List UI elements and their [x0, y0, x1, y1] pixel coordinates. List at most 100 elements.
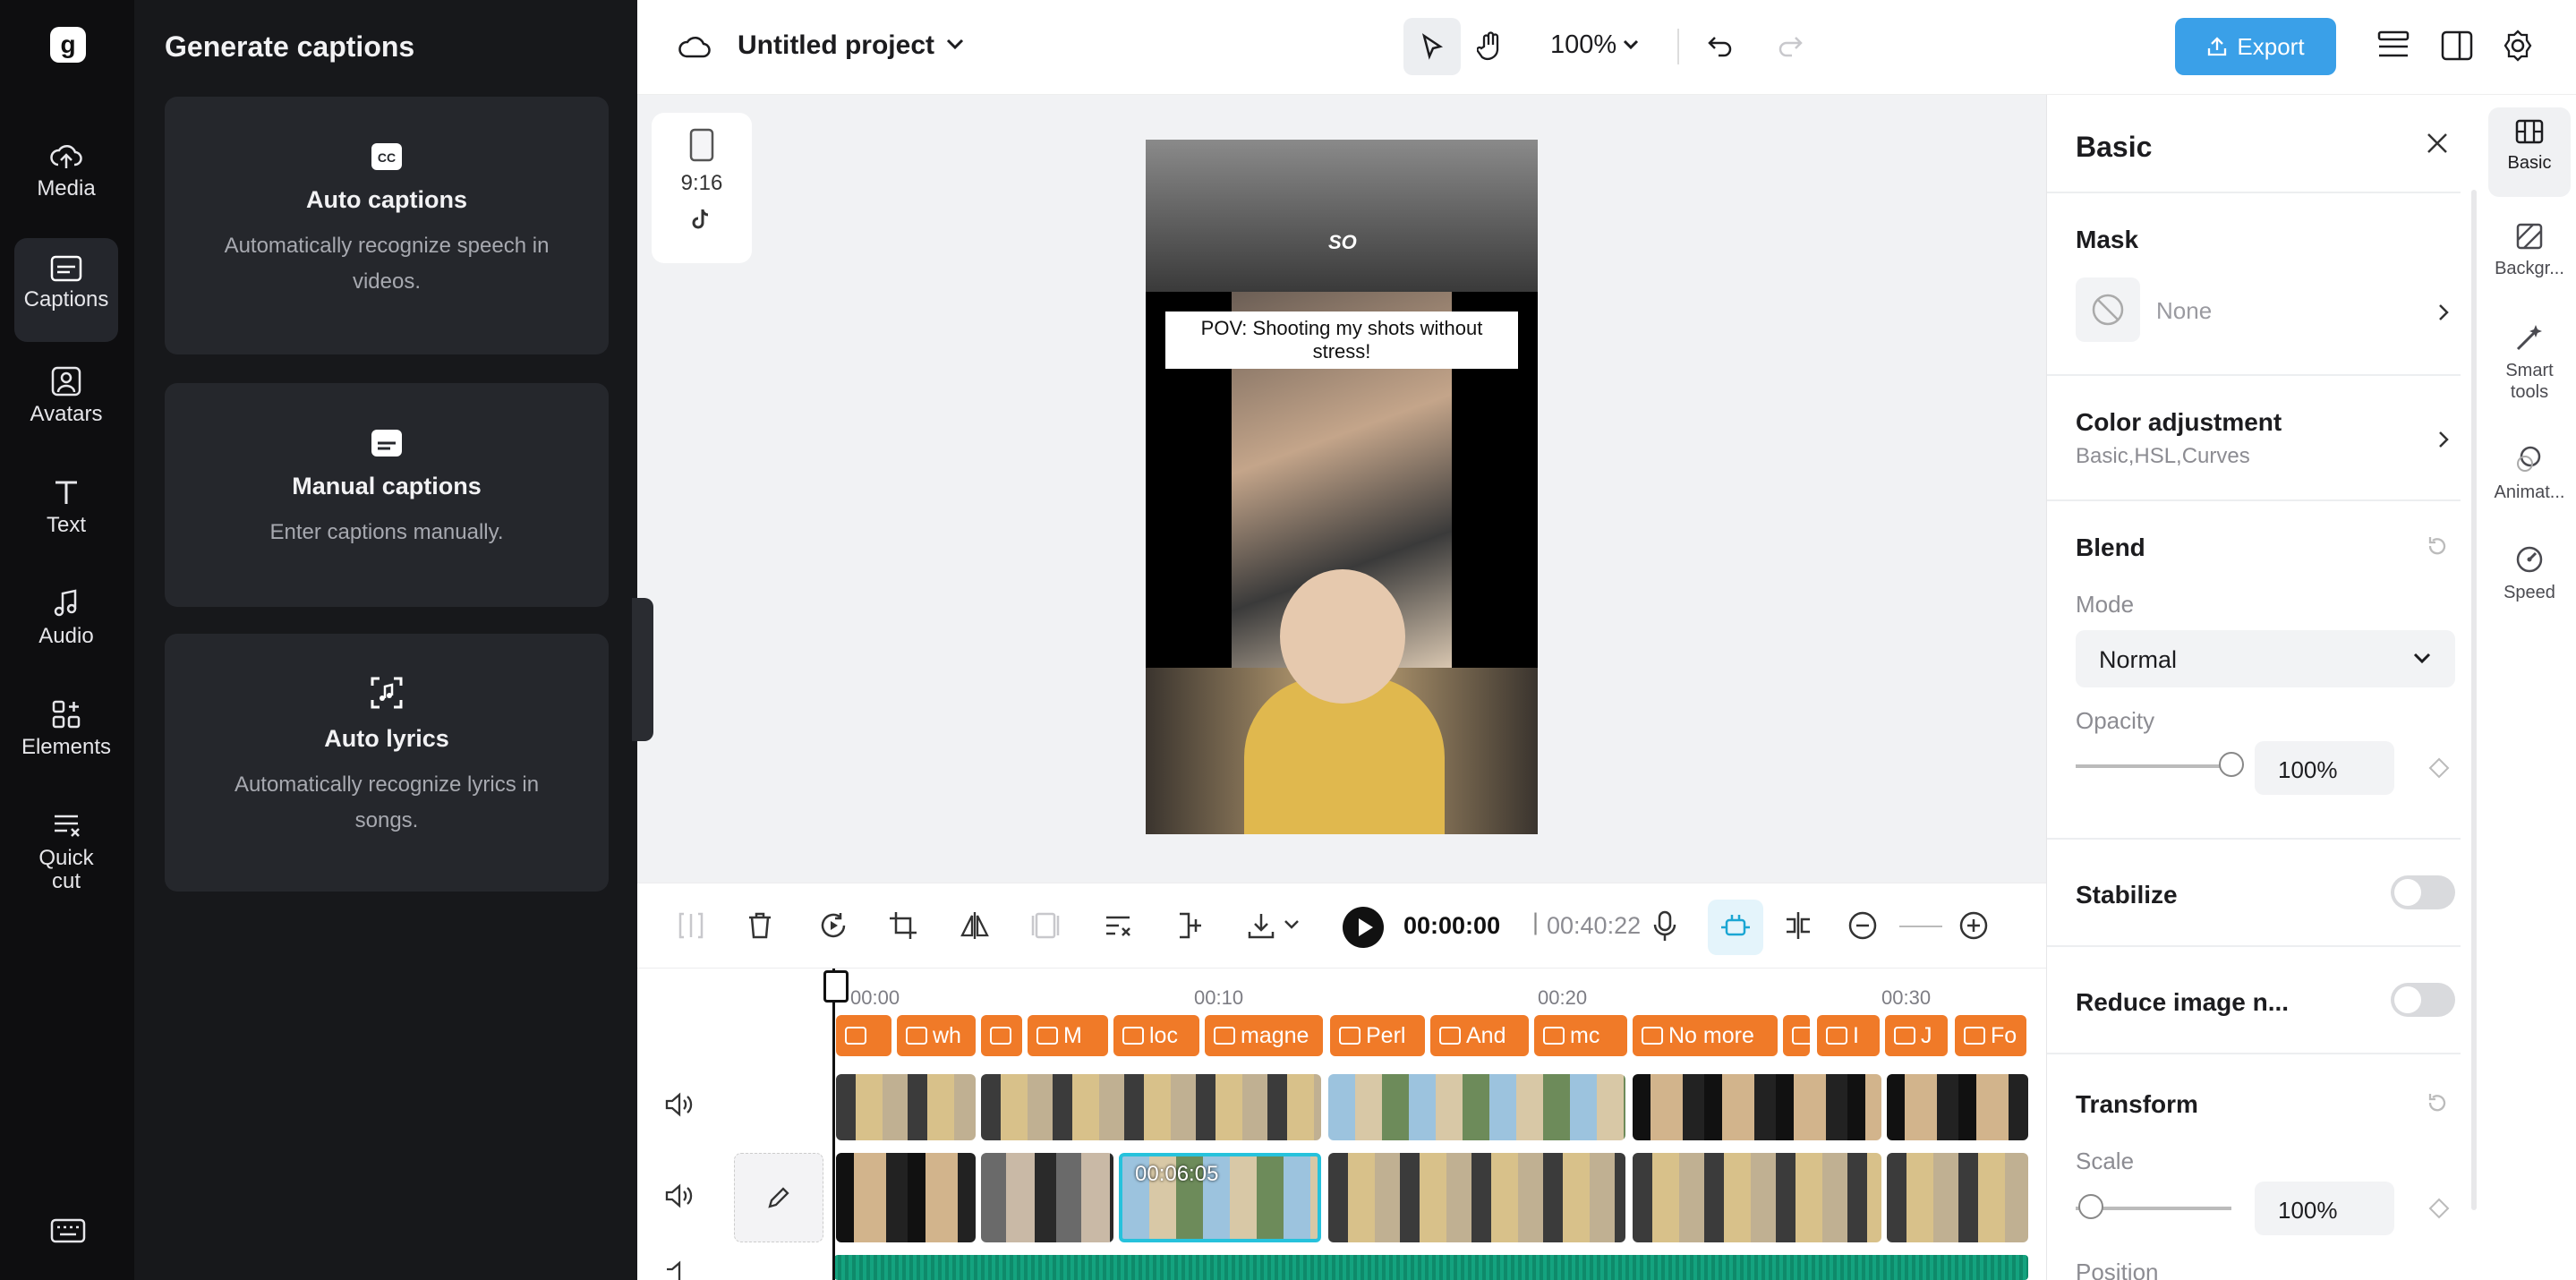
caption-clip[interactable] [1783, 1015, 1810, 1056]
opacity-slider-thumb[interactable] [2219, 752, 2244, 777]
nav-captions[interactable]: Captions [14, 238, 118, 342]
nav-avatars[interactable]: Avatars [14, 349, 118, 453]
video-clip[interactable] [1328, 1074, 1625, 1140]
color-adjustment-label[interactable]: Color adjustment [2076, 408, 2282, 437]
replay-icon[interactable] [818, 910, 849, 941]
video-clip[interactable] [1887, 1074, 2028, 1140]
caption-clip[interactable]: No more [1633, 1015, 1778, 1056]
caption-clip[interactable]: And [1430, 1015, 1529, 1056]
auto-lyrics-card[interactable]: Auto lyrics Automatically recognize lyri… [165, 634, 609, 892]
freeze-disabled-icon[interactable] [1031, 910, 1060, 941]
audio-clip[interactable] [834, 1255, 2028, 1280]
settings-gear-icon[interactable] [2501, 29, 2535, 63]
caption-clip[interactable]: loc [1113, 1015, 1199, 1056]
video-clip[interactable] [1887, 1153, 2028, 1242]
remove-background-icon[interactable] [1103, 910, 1133, 941]
video-clip[interactable] [1633, 1074, 1881, 1140]
aspect-ratio-selector[interactable]: 9:16 [652, 113, 752, 263]
scale-slider-thumb[interactable] [2078, 1194, 2104, 1219]
split-disabled-icon[interactable] [677, 910, 705, 941]
keyboard-icon[interactable] [50, 1217, 86, 1244]
caption-clip[interactable]: I [1817, 1015, 1880, 1056]
volume-icon[interactable] [664, 1183, 693, 1208]
delete-trash-icon[interactable] [746, 910, 773, 941]
hand-tool-icon[interactable] [1477, 30, 1506, 63]
rail-smart-tools[interactable]: Smart tools [2488, 311, 2571, 403]
crop-icon[interactable] [888, 910, 918, 941]
mask-preview[interactable] [2076, 277, 2140, 342]
panel-collapse-handle[interactable] [632, 598, 653, 741]
video-clip[interactable] [981, 1153, 1113, 1242]
layers-icon[interactable] [2376, 29, 2411, 63]
keyframe-diamond-icon[interactable] [2428, 757, 2450, 779]
redo-icon[interactable] [1776, 32, 1804, 59]
reset-icon[interactable] [2425, 533, 2450, 559]
rail-speed[interactable]: Speed [2488, 533, 2571, 603]
keyframe-diamond-icon[interactable] [2428, 1198, 2450, 1219]
cloud-save-icon[interactable] [677, 32, 712, 61]
preview-caption-text[interactable]: POV: Shooting my shots without stress! [1165, 311, 1518, 369]
video-preview[interactable]: SO POV: Shooting my shots without stress… [1146, 140, 1538, 834]
download-icon[interactable] [1246, 910, 1276, 941]
nav-quick-cut[interactable]: Quick cut [14, 793, 118, 918]
time-ruler[interactable]: 00:00 00:10 00:20 00:30 [834, 976, 2034, 1009]
auto-captions-card[interactable]: CC Auto captions Automatically recognize… [165, 97, 609, 354]
caption-clip[interactable] [981, 1015, 1022, 1056]
playhead[interactable] [823, 969, 849, 1280]
scale-input[interactable]: 100% [2255, 1182, 2394, 1235]
nav-elements[interactable]: Elements [14, 682, 118, 786]
rail-animation[interactable]: Animat... [2488, 433, 2571, 503]
caption-clip[interactable]: wh [897, 1015, 976, 1056]
manual-captions-card[interactable]: Manual captions Enter captions manually. [165, 383, 609, 607]
reduce-noise-toggle[interactable] [2391, 983, 2455, 1017]
zoom-chevron-icon[interactable] [1622, 39, 1640, 50]
selected-video-clip[interactable]: 00:06:05 [1119, 1153, 1321, 1242]
split-add-icon[interactable] [1174, 910, 1205, 941]
volume-icon[interactable] [664, 1092, 693, 1117]
video-clip[interactable] [836, 1153, 976, 1242]
zoom-slider[interactable] [1899, 926, 1942, 927]
export-button[interactable]: Export [2175, 18, 2336, 75]
reset-icon[interactable] [2425, 1090, 2450, 1115]
caption-clip[interactable]: Fo [1955, 1015, 2026, 1056]
caption-clip[interactable]: Perl [1330, 1015, 1425, 1056]
mask-value[interactable]: None [2156, 297, 2212, 325]
caption-clip[interactable]: J [1885, 1015, 1948, 1056]
zoom-out-icon[interactable] [1847, 910, 1878, 941]
rail-basic[interactable]: Basic [2488, 107, 2571, 197]
play-button[interactable] [1343, 907, 1384, 948]
nav-text[interactable]: Text [14, 460, 118, 564]
video-clip[interactable] [1328, 1153, 1625, 1242]
nav-audio[interactable]: Audio [14, 571, 118, 675]
chevron-right-icon[interactable] [2437, 430, 2450, 449]
panel-layout-icon[interactable] [2440, 29, 2474, 63]
project-menu-chevron-icon[interactable] [945, 38, 965, 50]
select-tool-button[interactable] [1403, 18, 1461, 75]
video-clip[interactable] [836, 1074, 976, 1140]
opacity-slider-track[interactable] [2076, 764, 2231, 768]
undo-icon[interactable] [1706, 32, 1735, 59]
blend-mode-select[interactable]: Normal [2076, 630, 2455, 687]
zoom-level[interactable]: 100% [1550, 30, 1616, 60]
auto-snap-toggle[interactable] [1708, 900, 1763, 955]
opacity-input[interactable]: 100% [2255, 741, 2394, 795]
app-logo[interactable]: g [50, 27, 86, 63]
nav-media[interactable]: Media [14, 125, 118, 229]
caption-clip[interactable] [836, 1015, 891, 1056]
stabilize-toggle[interactable] [2391, 875, 2455, 909]
caption-clip[interactable]: magne [1205, 1015, 1323, 1056]
edit-cover-button[interactable] [734, 1153, 823, 1242]
project-name[interactable]: Untitled project [738, 30, 934, 61]
flip-icon[interactable] [960, 910, 990, 941]
video-clip[interactable] [1633, 1153, 1881, 1242]
split-screen-icon[interactable] [1783, 910, 1813, 941]
video-clip[interactable] [981, 1074, 1321, 1140]
volume-icon[interactable] [664, 1260, 693, 1280]
microphone-icon[interactable] [1652, 910, 1677, 943]
caption-clip[interactable]: M [1028, 1015, 1108, 1056]
close-icon[interactable] [2425, 131, 2450, 156]
rail-background[interactable]: Backgr... [2488, 211, 2571, 279]
download-chevron-icon[interactable] [1284, 919, 1300, 930]
chevron-right-icon[interactable] [2437, 303, 2450, 322]
properties-scrollbar[interactable] [2471, 190, 2477, 1210]
